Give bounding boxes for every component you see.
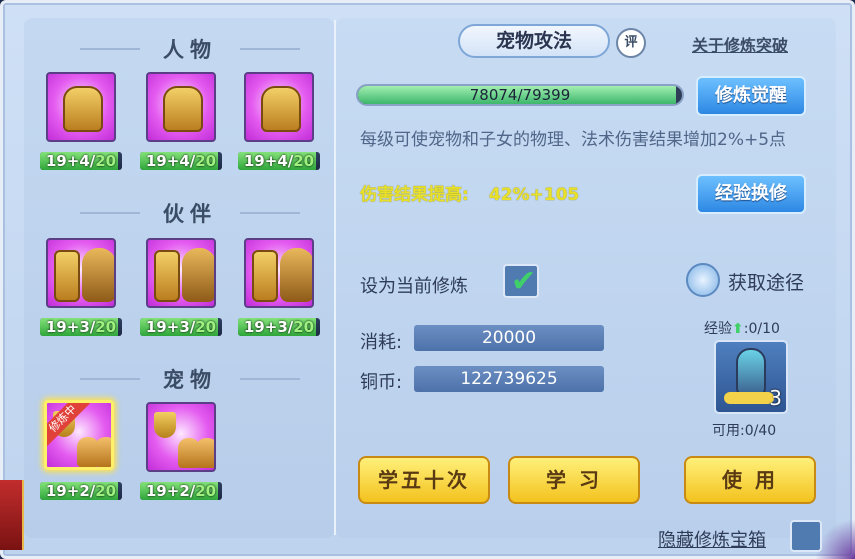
shield-icon [154, 412, 176, 438]
level-bar: 19+2/20 [140, 482, 222, 500]
gauntlet-icon [252, 250, 278, 302]
lion-icon [182, 248, 214, 302]
set-current-checkbox[interactable]: ✔ [503, 264, 539, 299]
hide-box-checkbox[interactable] [790, 520, 822, 552]
rating-badge[interactable]: 评 [616, 28, 646, 58]
learn-fifty-button[interactable]: 学五十次 [358, 456, 490, 504]
skill-card-people-2[interactable] [146, 72, 216, 142]
guardian-figure-icon [261, 86, 301, 132]
treasure-item-slot[interactable]: 3 [714, 340, 788, 414]
copper-label: 铜币: [360, 372, 403, 393]
skill-card-people-1[interactable] [46, 72, 116, 142]
banner-flag-decoration [0, 480, 24, 550]
sword-icon [54, 250, 80, 302]
tab-title[interactable]: 宠物攻法 [458, 24, 610, 58]
set-current-label: 设为当前修炼 [360, 276, 468, 297]
check-icon: ✔ [511, 264, 537, 299]
cost-label: 消耗: [360, 332, 403, 353]
skill-card-pet-1[interactable]: 修炼中 [44, 400, 114, 470]
learn-button[interactable]: 学 习 [508, 456, 640, 504]
panel-divider [334, 20, 336, 535]
cost-value: 20000 [414, 325, 604, 351]
book-icon[interactable] [686, 263, 720, 297]
exp-exchange-button[interactable]: 经验换修 [696, 174, 806, 214]
damage-boost: 伤害结果提高: 42%+105 [360, 185, 580, 205]
level-bar: 19+3/20 [238, 318, 320, 336]
get-path-link[interactable]: 获取途径 [728, 268, 804, 295]
level-bar: 19+3/20 [40, 318, 122, 336]
exp-readout: 经验⬆:0/10 [704, 321, 780, 337]
skill-card-partner-1[interactable] [46, 238, 116, 308]
breakthrough-link[interactable]: 关于修炼突破 [692, 32, 788, 56]
training-progress-bar: 78074/79399 [356, 84, 684, 106]
gold-coins-icon [724, 392, 774, 404]
awaken-button[interactable]: 修炼觉醒 [696, 76, 806, 116]
section-heading-partner: 伙伴 [60, 198, 320, 228]
warrior-figure-icon [63, 86, 103, 132]
section-heading-people: 人物 [60, 34, 320, 64]
skill-card-pet-2[interactable] [146, 402, 216, 472]
arrow-up-icon: ⬆ [732, 321, 744, 337]
lion-icon [82, 248, 114, 302]
vase-icon [736, 348, 766, 398]
cat-icon [95, 437, 111, 467]
use-button[interactable]: 使 用 [684, 456, 816, 504]
level-bar: 19+2/20 [40, 482, 122, 500]
skill-card-people-3[interactable] [244, 72, 314, 142]
skill-description: 每级可使宠物和子女的物理、法术伤害结果增加2%+5点 [360, 130, 787, 150]
level-bar: 19+4/20 [40, 152, 122, 170]
skill-card-partner-3[interactable] [244, 238, 314, 308]
cat-icon [196, 438, 214, 468]
level-bar: 19+3/20 [140, 318, 222, 336]
armor-figure-icon [163, 86, 203, 132]
lion-icon [280, 248, 312, 302]
hide-box-label: 隐藏修炼宝箱 [658, 530, 766, 551]
available-count: 可用:0/40 [712, 423, 777, 439]
level-bar: 19+4/20 [140, 152, 222, 170]
armor-icon [154, 250, 180, 302]
copper-value: 122739625 [414, 366, 604, 392]
section-heading-pet: 宠物 [60, 364, 320, 394]
skill-card-partner-2[interactable] [146, 238, 216, 308]
level-bar: 19+4/20 [238, 152, 320, 170]
